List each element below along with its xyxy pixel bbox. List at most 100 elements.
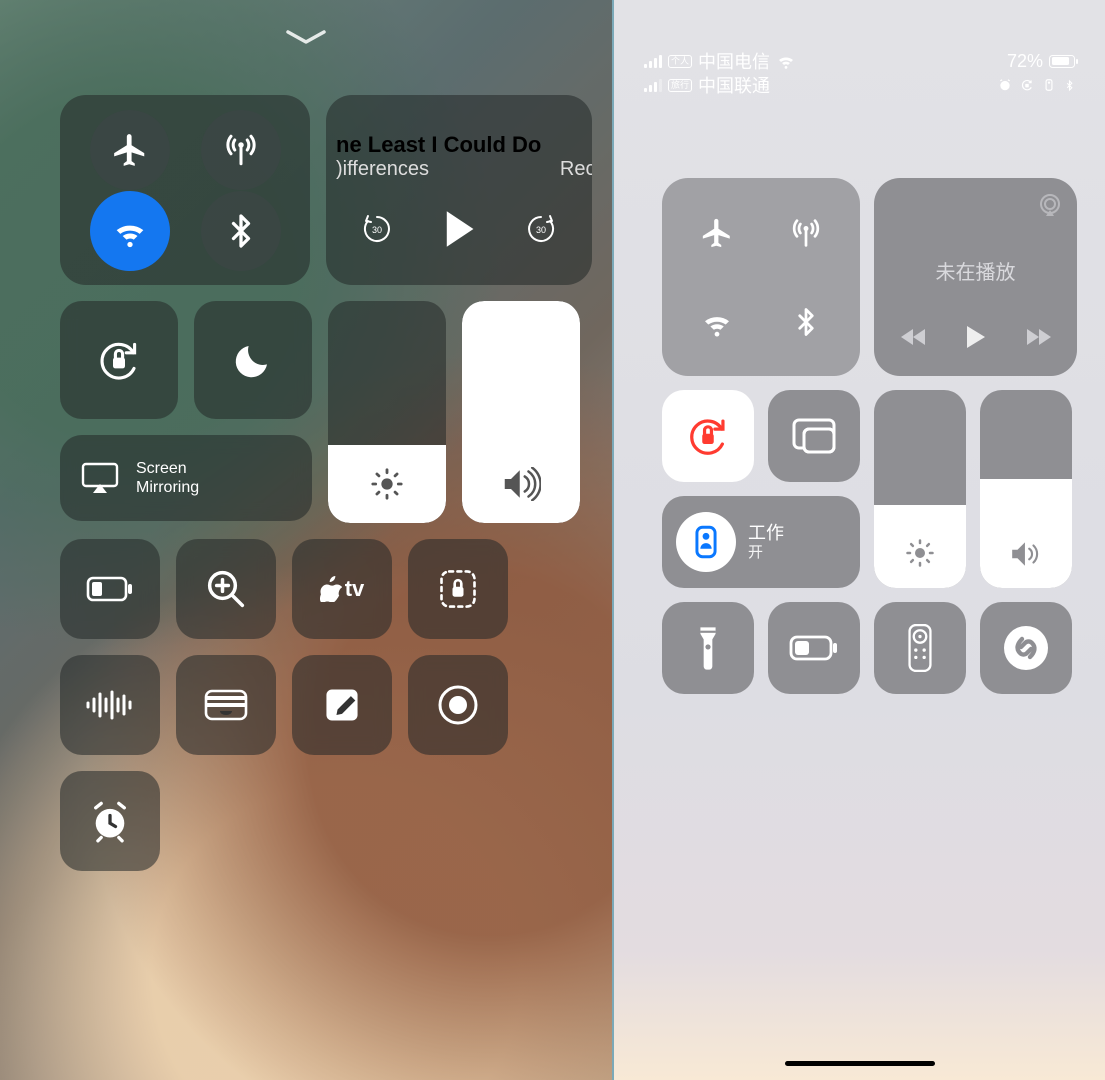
airplane-mode-button[interactable] [678,194,756,272]
wallet-icon [204,687,248,723]
bluetooth-icon [791,307,821,337]
focus-badge-icon [676,512,736,572]
moon-icon [232,339,274,381]
rotation-lock-icon [685,413,731,459]
focus-label: 工作 开 [748,523,784,561]
wifi-icon [110,211,150,251]
bluetooth-button[interactable] [201,191,281,271]
wifi-status-icon [776,54,796,69]
magnifier-plus-icon [205,568,247,610]
brightness-slider[interactable] [328,301,446,523]
volume-icon [1009,540,1043,568]
rotation-lock-button[interactable] [60,301,178,419]
shazam-icon [1002,624,1050,672]
alarm-status-icon [998,78,1012,92]
status-indicators [998,74,1075,96]
airplay-icon[interactable] [1037,192,1063,218]
connectivity-module[interactable] [60,95,310,285]
skip-back-30-icon[interactable]: 30 [360,212,394,246]
previous-track-button[interactable] [901,327,927,347]
chevron-down-icon [284,28,328,48]
focus-status-icon [1042,78,1056,92]
apple-logo-icon [320,576,342,602]
screen-mirroring-icon [791,417,837,455]
rotation-lock-status-icon [1020,78,1034,92]
do-not-disturb-button[interactable] [194,301,312,419]
apple-tv-remote-button[interactable] [874,602,966,694]
bluetooth-button[interactable] [767,283,845,361]
status-battery: 72% [1007,50,1075,72]
control-center-right: 未在播放 [662,178,1077,694]
focus-module[interactable]: 工作 开 [662,496,860,588]
now-playing-subtitle: )ifferences Reco [336,158,592,181]
screen-recording-button[interactable] [408,655,508,755]
now-playing-module[interactable]: ne Least I Could Do )ifferences Reco 30 … [326,95,592,285]
magnifier-button[interactable] [176,539,276,639]
rotation-lock-button[interactable] [662,390,754,482]
cellular-antenna-icon [788,215,824,251]
right-screenshot: 个人 中国电信 旅行 中国联通 72% [614,0,1105,1080]
volume-slider[interactable] [980,390,1072,588]
waveform-icon [85,690,135,720]
control-center-left: ne Least I Could Do )ifferences Reco 30 … [60,95,592,887]
shazam-button[interactable] [980,602,1072,694]
status-sim2: 旅行 中国联通 [644,74,796,96]
brightness-icon [905,538,935,568]
brightness-slider[interactable] [874,390,966,588]
not-playing-label: 未在播放 [936,256,1016,285]
wifi-button[interactable] [678,283,756,361]
airplane-icon [111,131,149,169]
wifi-icon [699,304,735,340]
skip-forward-30-icon[interactable]: 30 [524,212,558,246]
svg-text:30: 30 [372,225,382,235]
bluetooth-status-icon [1064,78,1075,93]
play-button[interactable] [442,209,476,249]
svg-text:30: 30 [536,225,546,235]
battery-icon [1049,55,1075,68]
airplane-icon [700,216,734,250]
screen-mirroring-button[interactable]: Screen Mirroring [60,435,312,521]
connectivity-module[interactable] [662,178,860,376]
home-indicator[interactable] [785,1061,935,1066]
volume-slider[interactable] [462,301,580,523]
tv-remote-icon [908,624,932,672]
apple-tv-remote-button[interactable]: tv [292,539,392,639]
flashlight-button[interactable] [662,602,754,694]
notes-button[interactable] [292,655,392,755]
alarm-button[interactable] [60,771,160,871]
guided-access-button[interactable] [408,539,508,639]
now-playing-module[interactable]: 未在播放 [874,178,1077,376]
screen-mirroring-icon [80,461,120,495]
alarm-clock-icon [88,799,132,843]
status-bar: 个人 中国电信 旅行 中国联通 72% [614,50,1105,96]
wallet-button[interactable] [176,655,276,755]
signal-bars-icon [644,55,662,68]
screen-mirroring-label: Screen Mirroring [136,459,199,497]
play-button[interactable] [965,324,987,350]
next-track-button[interactable] [1025,327,1051,347]
rotation-lock-icon [95,336,143,384]
bluetooth-icon [223,213,259,249]
cellular-antenna-icon [221,130,261,170]
apple-tv-label: tv [345,576,365,602]
wifi-button[interactable] [90,191,170,271]
brightness-icon [370,467,404,501]
now-playing-title: ne Least I Could Do [336,132,582,158]
cellular-data-button[interactable] [201,110,281,190]
flashlight-icon [695,625,721,671]
voice-memos-button[interactable] [60,655,160,755]
cellular-data-button[interactable] [767,194,845,272]
battery-icon [789,635,839,661]
left-screenshot: ne Least I Could Do )ifferences Reco 30 … [0,0,614,1080]
volume-icon [501,467,541,501]
low-power-mode-button[interactable] [768,602,860,694]
screen-mirroring-button[interactable] [768,390,860,482]
airplane-mode-button[interactable] [90,110,170,190]
low-power-mode-button[interactable] [60,539,160,639]
signal-bars-icon [644,79,662,92]
battery-low-icon [86,576,134,602]
guided-access-icon [436,567,480,611]
compose-note-icon [322,685,362,725]
record-icon [437,684,479,726]
status-sim1: 个人 中国电信 [644,50,796,72]
